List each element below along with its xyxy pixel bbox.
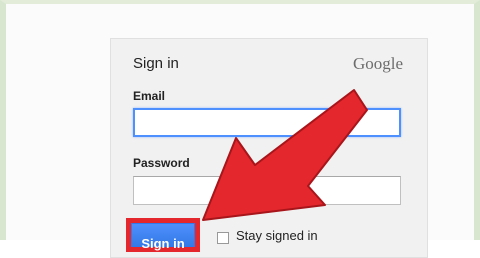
- email-field[interactable]: [133, 108, 401, 137]
- email-label: Email: [133, 89, 166, 103]
- sign-in-title: Sign in: [133, 55, 179, 72]
- google-logo: Google: [353, 54, 404, 73]
- password-label: Password: [133, 156, 190, 170]
- sign-in-button-highlight: Sign in: [126, 218, 200, 252]
- sign-in-button[interactable]: Sign in: [131, 223, 195, 251]
- stay-signed-in-checkbox[interactable]: [217, 232, 229, 244]
- stay-signed-in-label: Stay signed in: [236, 228, 318, 243]
- sign-in-button-label: Sign in: [141, 236, 185, 251]
- password-field[interactable]: [133, 176, 401, 205]
